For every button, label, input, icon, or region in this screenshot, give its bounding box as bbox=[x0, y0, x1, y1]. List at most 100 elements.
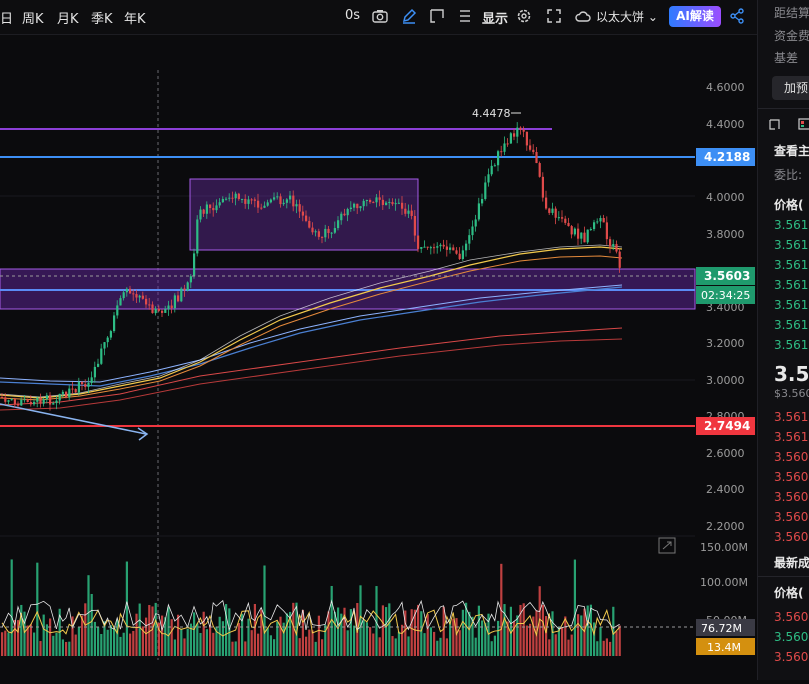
candle-body bbox=[301, 211, 304, 216]
candle-body bbox=[61, 391, 64, 394]
chevron-down-icon: ⌄ bbox=[647, 10, 658, 24]
ask-price[interactable]: 3.5612 bbox=[774, 338, 809, 352]
camera-icon[interactable] bbox=[371, 7, 389, 25]
candle-body bbox=[196, 219, 199, 254]
bid-price[interactable]: 3.5609 bbox=[774, 450, 809, 464]
candle-body bbox=[529, 145, 532, 150]
volume-bar bbox=[154, 602, 157, 656]
candle-body bbox=[407, 210, 410, 214]
refresh-timer[interactable]: 0s bbox=[345, 8, 360, 23]
volume-bar bbox=[314, 641, 317, 656]
candle-body bbox=[164, 309, 167, 313]
volume-bar bbox=[180, 628, 183, 656]
price-axis-label: 2.4000 bbox=[706, 483, 745, 496]
view-main-label[interactable]: 查看主 bbox=[774, 142, 809, 159]
candle-body bbox=[490, 165, 493, 175]
candle-body bbox=[186, 282, 189, 291]
volume-bar bbox=[77, 626, 80, 656]
period-day[interactable]: 日 bbox=[0, 8, 13, 27]
candle-body bbox=[215, 205, 218, 211]
volume-bar bbox=[247, 618, 250, 656]
period-week[interactable]: 周K bbox=[22, 8, 44, 27]
volume-bar bbox=[503, 604, 506, 656]
candle-body bbox=[173, 295, 176, 309]
candle-body bbox=[228, 197, 231, 199]
display-menu[interactable]: 显示 bbox=[482, 8, 508, 27]
settings-gear-icon[interactable] bbox=[515, 7, 533, 25]
cloud-icon[interactable] bbox=[574, 7, 592, 25]
candle-body bbox=[311, 227, 314, 233]
candlestick-chart[interactable]: 4.4478 4.6000 4.4000 4.2000 4.0000 3.800… bbox=[0, 34, 757, 680]
candle-body bbox=[356, 203, 359, 209]
order-book-mode-icon[interactable] bbox=[798, 117, 809, 134]
draw-pencil-icon[interactable] bbox=[400, 7, 418, 25]
bid-price[interactable]: 3.5608 bbox=[774, 470, 809, 484]
candle-body bbox=[484, 182, 487, 200]
period-quarter[interactable]: 季K bbox=[91, 8, 113, 27]
chart-canvas[interactable]: 4.4478 4.6000 4.4000 4.2000 4.0000 3.800… bbox=[0, 34, 757, 680]
volume-bar bbox=[4, 630, 7, 656]
candle-body bbox=[183, 288, 186, 291]
ask-price[interactable]: 3.5615 bbox=[774, 278, 809, 292]
candle-body bbox=[327, 228, 330, 234]
candle-body bbox=[269, 199, 272, 203]
candle-body bbox=[535, 151, 538, 164]
ask-price[interactable]: 3.5616 bbox=[774, 258, 809, 272]
crop-icon[interactable] bbox=[428, 7, 446, 25]
period-year[interactable]: 年K bbox=[124, 8, 146, 27]
period-month[interactable]: 月K bbox=[57, 8, 79, 27]
candle-body bbox=[106, 337, 109, 343]
fullscreen-icon[interactable] bbox=[545, 7, 563, 25]
candle-body bbox=[337, 220, 340, 229]
candle-body bbox=[423, 246, 426, 248]
volume-bars-group bbox=[1, 559, 621, 656]
candle-body bbox=[234, 193, 237, 199]
candle-body bbox=[372, 202, 375, 204]
red-level-tag: 2.7494 bbox=[704, 419, 750, 433]
bid-price[interactable]: 3.5610 bbox=[774, 430, 809, 444]
candle-body bbox=[276, 196, 279, 198]
share-icon[interactable] bbox=[728, 7, 746, 25]
candle-body bbox=[289, 195, 292, 200]
candle-body bbox=[244, 198, 247, 204]
candle-body bbox=[503, 143, 506, 152]
add-button[interactable]: 加预 bbox=[772, 76, 809, 100]
ask-price[interactable]: 3.5617 bbox=[774, 238, 809, 252]
candle-body bbox=[618, 251, 621, 268]
candle-body bbox=[605, 222, 608, 240]
ai-interpret-button[interactable]: AI解读 bbox=[669, 6, 721, 27]
asset-selector[interactable]: 以太大饼 ⌄ bbox=[596, 8, 658, 25]
volume-bar bbox=[45, 624, 48, 656]
candle-body bbox=[273, 197, 276, 200]
candle-body bbox=[145, 298, 148, 305]
ask-price[interactable]: 3.5613 bbox=[774, 318, 809, 332]
ask-price[interactable]: 3.5618 bbox=[774, 218, 809, 232]
candle-body bbox=[589, 229, 592, 231]
bid-price[interactable]: 3.5605 bbox=[774, 530, 809, 544]
candle-body bbox=[132, 293, 135, 295]
layout-icon[interactable] bbox=[768, 117, 782, 134]
expand-icon[interactable] bbox=[658, 537, 676, 554]
candle-body bbox=[154, 308, 157, 314]
volume-bar bbox=[113, 625, 116, 656]
indicator-list-icon[interactable] bbox=[456, 7, 474, 25]
volume-bar bbox=[618, 625, 621, 656]
volume-bar bbox=[545, 616, 548, 656]
candle-body bbox=[413, 215, 416, 236]
price-axis-label: 3.8000 bbox=[706, 228, 745, 241]
countdown-tag: 02:34:25 bbox=[701, 289, 750, 302]
candle-body bbox=[20, 399, 23, 406]
volume-bar bbox=[516, 615, 519, 656]
volume-bar bbox=[68, 641, 71, 656]
candle-body bbox=[340, 213, 343, 221]
bid-price[interactable]: 3.5606 bbox=[774, 510, 809, 524]
candle-body bbox=[74, 388, 77, 393]
candle-body bbox=[193, 253, 196, 277]
candle-body bbox=[541, 176, 544, 198]
ask-price[interactable]: 3.5614 bbox=[774, 298, 809, 312]
bid-price[interactable]: 3.5611 bbox=[774, 410, 809, 424]
bid-price[interactable]: 3.5607 bbox=[774, 490, 809, 504]
volume-bar bbox=[7, 632, 10, 656]
volume-bar bbox=[36, 562, 39, 656]
candle-body bbox=[458, 253, 461, 259]
